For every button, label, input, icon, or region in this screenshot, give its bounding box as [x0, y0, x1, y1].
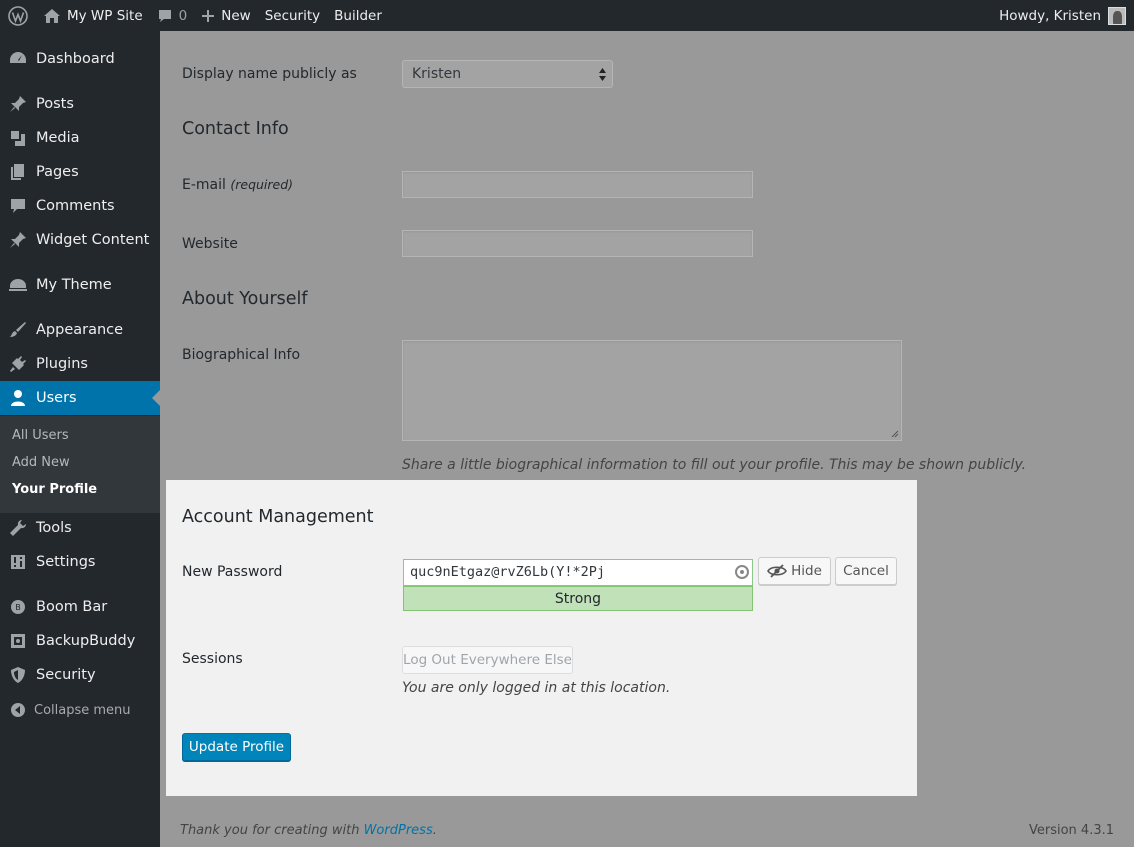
select-arrows-icon [599, 68, 606, 81]
comment-icon [0, 197, 36, 215]
helmet-icon [0, 276, 36, 294]
comments-link[interactable]: 0 [150, 0, 195, 31]
required-note: (required) [230, 177, 294, 192]
new-label: New [221, 7, 251, 24]
boom-icon: B [0, 599, 36, 615]
password-group: quc9nEtgaz@rvZ6Lb(Y!*2Pj Strong [403, 559, 753, 611]
builder-link[interactable]: Builder [327, 0, 389, 31]
menu-plugins[interactable]: Plugins [0, 347, 160, 381]
email-field[interactable] [402, 171, 753, 198]
bio-description: Share a little biographical information … [402, 457, 1027, 473]
svg-text:B: B [15, 603, 21, 612]
menu-users[interactable]: Users [0, 381, 160, 415]
menu-media[interactable]: Media [0, 121, 160, 155]
submenu-add-new[interactable]: Add New [12, 455, 70, 470]
admin-menu: Dashboard Posts Media Pages Comments Wid… [0, 31, 160, 847]
menu-appearance[interactable]: Appearance [0, 313, 160, 347]
menu-pages[interactable]: Pages [0, 155, 160, 189]
menu-widget-content[interactable]: Widget Content [0, 223, 160, 257]
bio-label: Biographical Info [182, 347, 301, 363]
pin-icon [0, 231, 36, 249]
resize-handle-icon[interactable] [891, 430, 899, 438]
howdy-text: Howdy, Kristen [999, 7, 1101, 24]
footer-thanks: Thank you for creating with WordPress. [180, 823, 437, 838]
menu-my-theme[interactable]: My Theme [0, 268, 160, 302]
menu-boom-bar[interactable]: B Boom Bar [0, 590, 160, 624]
menu-backupbuddy[interactable]: BackupBuddy [0, 624, 160, 658]
plug-icon [0, 355, 36, 373]
security-link[interactable]: Security [258, 0, 327, 31]
submenu-your-profile[interactable]: Your Profile [12, 482, 97, 497]
menu-dashboard[interactable]: Dashboard [0, 42, 160, 76]
my-account-link[interactable]: Howdy, Kristen [999, 6, 1134, 25]
email-label: E-mail (required) [182, 177, 294, 193]
display-name-value: Kristen [412, 66, 462, 82]
contact-info-heading: Contact Info [182, 119, 289, 139]
admin-bar: My WP Site 0 New Security Builder Howdy,… [0, 0, 1134, 31]
comments-count: 0 [178, 7, 188, 24]
pin-icon [0, 95, 36, 113]
cancel-password-button[interactable]: Cancel [835, 557, 897, 585]
sliders-icon [0, 553, 36, 571]
plus-icon [201, 9, 215, 23]
menu-tools[interactable]: Tools [0, 511, 160, 545]
website-label: Website [182, 236, 238, 252]
sessions-label: Sessions [182, 651, 243, 667]
comment-icon [157, 8, 173, 24]
website-field[interactable] [402, 230, 753, 257]
new-password-input[interactable]: quc9nEtgaz@rvZ6Lb(Y!*2Pj [403, 559, 753, 586]
backup-icon [0, 632, 36, 650]
display-name-label: Display name publicly as [182, 66, 357, 82]
wrench-icon [0, 519, 36, 537]
password-manager-icon[interactable] [735, 565, 749, 579]
site-name-link[interactable]: My WP Site [36, 0, 150, 31]
account-management-panel: Account Management New Password quc9nEtg… [166, 480, 917, 796]
shield-icon [0, 666, 36, 684]
home-icon [43, 8, 61, 24]
sessions-description: You are only logged in at this location. [402, 680, 671, 696]
account-management-heading: Account Management [182, 507, 374, 527]
user-icon [0, 389, 36, 407]
logout-everywhere-button[interactable]: Log Out Everywhere Else [402, 646, 573, 674]
pages-icon [0, 163, 36, 181]
wordpress-logo-icon[interactable] [0, 0, 36, 31]
wordpress-link[interactable]: WordPress [364, 823, 433, 838]
menu-security[interactable]: Security [0, 658, 160, 692]
about-yourself-heading: About Yourself [182, 289, 308, 309]
footer-version: Version 4.3.1 [1028, 823, 1114, 838]
profile-content: Display name publicly as Kristen Contact… [160, 31, 1134, 847]
dashboard-icon [0, 49, 36, 69]
password-strength-meter: Strong [403, 586, 753, 611]
new-password-label: New Password [182, 564, 283, 580]
menu-comments[interactable]: Comments [0, 189, 160, 223]
menu-posts[interactable]: Posts [0, 87, 160, 121]
avatar [1108, 6, 1126, 25]
site-name: My WP Site [67, 7, 143, 24]
bio-textarea[interactable] [402, 340, 902, 441]
submenu-all-users[interactable]: All Users [12, 428, 69, 443]
collapse-arrow-icon [0, 702, 36, 718]
new-content-link[interactable]: New [194, 0, 257, 31]
update-profile-button[interactable]: Update Profile [182, 733, 291, 761]
hide-password-button[interactable]: Hide [758, 557, 831, 585]
password-value: quc9nEtgaz@rvZ6Lb(Y!*2Pj [410, 564, 606, 580]
menu-settings[interactable]: Settings [0, 545, 160, 579]
collapse-menu-button[interactable]: Collapse menu [0, 693, 160, 727]
eye-slash-icon [767, 564, 788, 578]
display-name-select[interactable]: Kristen [402, 60, 613, 88]
brush-icon [0, 321, 36, 339]
media-icon [0, 129, 36, 147]
